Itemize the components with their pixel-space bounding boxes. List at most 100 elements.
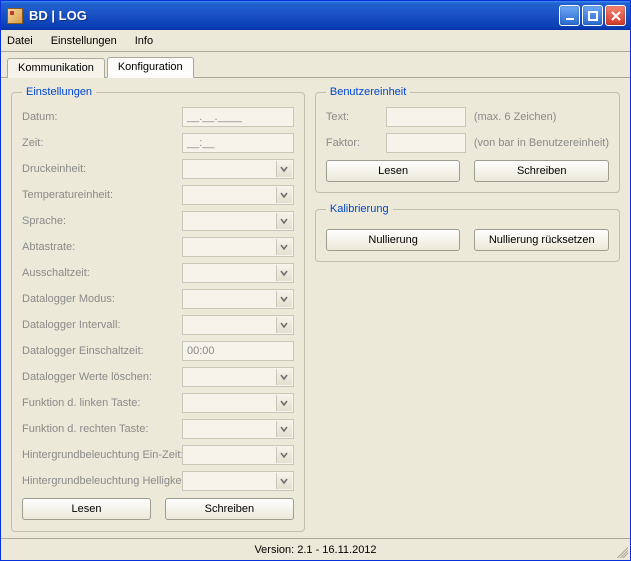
settings-combo-language[interactable] <box>182 211 294 231</box>
tab-configuration[interactable]: Konfiguration <box>107 57 194 78</box>
chevron-down-icon <box>280 399 288 407</box>
chevron-down-icon <box>280 165 288 173</box>
tab-communication[interactable]: Kommunikation <box>7 58 105 78</box>
maximize-icon <box>587 10 599 22</box>
combo-button-fn_right[interactable] <box>276 421 292 437</box>
userunit-text-hint: (max. 6 Zeichen) <box>474 111 557 123</box>
userunit-factor-input[interactable] <box>386 133 466 153</box>
chevron-down-icon <box>280 191 288 199</box>
menu-file[interactable]: Datei <box>7 35 33 47</box>
group-settings-title: Einstellungen <box>22 86 96 98</box>
userunit-factor-label: Faktor: <box>326 137 386 149</box>
combo-button-fn_left[interactable] <box>276 395 292 411</box>
close-button[interactable] <box>605 5 626 26</box>
calibration-zero-reset-button[interactable]: Nullierung rücksetzen <box>474 229 609 251</box>
group-settings: Einstellungen Datum: __.__.____ Zeit: __:__… <box>11 86 305 532</box>
settings-label-backlight_bright: Hintergrundbeleuchtung Helligkeit: <box>22 475 182 487</box>
titlebar: BD | LOG <box>1 1 630 30</box>
group-calibration: Kalibrierung Nullierung Nullierung rücks… <box>315 203 620 262</box>
chevron-down-icon <box>280 373 288 381</box>
calibration-buttons: Nullierung Nullierung rücksetzen <box>326 229 609 251</box>
settings-row-time: Zeit: __:__ <box>22 132 294 154</box>
minimize-icon <box>564 10 576 22</box>
userunit-buttons: Lesen Schreiben <box>326 160 609 182</box>
userunit-read-button[interactable]: Lesen <box>326 160 461 182</box>
resize-grip-icon[interactable] <box>614 544 628 558</box>
chevron-down-icon <box>280 321 288 329</box>
settings-row-dl_on_time: Datalogger Einschaltzeit:00:00 <box>22 340 294 362</box>
combo-button-temp_unit[interactable] <box>276 187 292 203</box>
group-calibration-title: Kalibrierung <box>326 203 393 215</box>
settings-read-button[interactable]: Lesen <box>22 498 151 520</box>
settings-label-temp_unit: Temperatureinheit: <box>22 189 182 201</box>
settings-combo-fn_left[interactable] <box>182 393 294 413</box>
settings-combo-pressure_unit[interactable] <box>182 159 294 179</box>
combo-button-sample_rate[interactable] <box>276 239 292 255</box>
chevron-down-icon <box>280 269 288 277</box>
maximize-button[interactable] <box>582 5 603 26</box>
combo-button-auto_off[interactable] <box>276 265 292 281</box>
userunit-write-button[interactable]: Schreiben <box>474 160 609 182</box>
combo-button-dl_clear[interactable] <box>276 369 292 385</box>
combo-button-dl_interval[interactable] <box>276 317 292 333</box>
settings-label-time: Zeit: <box>22 137 182 149</box>
statusbar: Version: 2.1 - 16.11.2012 <box>1 538 630 560</box>
userunit-factor-row: Faktor: (von bar in Benutzereinheit) <box>326 132 609 154</box>
minimize-button[interactable] <box>559 5 580 26</box>
settings-input-time[interactable]: __:__ <box>182 133 294 153</box>
settings-combo-backlight_bright[interactable] <box>182 471 294 491</box>
left-column: Einstellungen Datum: __.__.____ Zeit: __:__… <box>11 86 305 532</box>
menu-info[interactable]: Info <box>135 35 153 47</box>
settings-label-fn_left: Funktion d. linken Taste: <box>22 397 182 409</box>
settings-row-date: Datum: __.__.____ <box>22 106 294 128</box>
settings-rows: Datum:__.__.____Zeit:__:__Druckeinheit:T… <box>22 106 294 492</box>
chevron-down-icon <box>280 425 288 433</box>
settings-combo-backlight_on[interactable] <box>182 445 294 465</box>
combo-button-backlight_on[interactable] <box>276 447 292 463</box>
settings-combo-dl_clear[interactable] <box>182 367 294 387</box>
status-version: Version: 2.1 - 16.11.2012 <box>254 544 376 556</box>
app-window: BD | LOG Datei Einstellungen Info Kommun… <box>0 0 631 561</box>
settings-input-dl_on_time[interactable]: 00:00 <box>182 341 294 361</box>
settings-row-dl_interval: Datalogger Intervall: <box>22 314 294 336</box>
window-title: BD | LOG <box>29 8 559 23</box>
settings-label-sample_rate: Abtastrate: <box>22 241 182 253</box>
settings-buttons: Lesen Schreiben <box>22 498 294 520</box>
settings-value-dl_on_time: 00:00 <box>187 345 215 357</box>
settings-value-time: __:__ <box>187 137 215 149</box>
settings-combo-dl_interval[interactable] <box>182 315 294 335</box>
settings-row-temp_unit: Temperatureinheit: <box>22 184 294 206</box>
settings-write-button[interactable]: Schreiben <box>165 498 294 520</box>
settings-combo-dl_mode[interactable] <box>182 289 294 309</box>
settings-row-auto_off: Ausschaltzeit: <box>22 262 294 284</box>
tabstrip: Kommunikation Konfiguration <box>1 52 630 78</box>
combo-button-language[interactable] <box>276 213 292 229</box>
settings-combo-sample_rate[interactable] <box>182 237 294 257</box>
settings-combo-auto_off[interactable] <box>182 263 294 283</box>
settings-label-date: Datum: <box>22 111 182 123</box>
settings-label-backlight_on: Hintergrundbeleuchtung Ein-Zeit: <box>22 449 182 461</box>
settings-combo-fn_right[interactable] <box>182 419 294 439</box>
chevron-down-icon <box>280 217 288 225</box>
chevron-down-icon <box>280 477 288 485</box>
client-area: Einstellungen Datum: __.__.____ Zeit: __:__… <box>1 78 630 538</box>
userunit-factor-hint: (von bar in Benutzereinheit) <box>474 137 609 149</box>
settings-combo-temp_unit[interactable] <box>182 185 294 205</box>
settings-row-language: Sprache: <box>22 210 294 232</box>
settings-row-dl_mode: Datalogger Modus: <box>22 288 294 310</box>
group-userunit: Benutzereinheit Text: (max. 6 Zeichen) F… <box>315 86 620 193</box>
settings-value-date: __.__.____ <box>187 111 242 123</box>
settings-row-backlight_on: Hintergrundbeleuchtung Ein-Zeit: <box>22 444 294 466</box>
chevron-down-icon <box>280 295 288 303</box>
combo-button-dl_mode[interactable] <box>276 291 292 307</box>
settings-row-fn_right: Funktion d. rechten Taste: <box>22 418 294 440</box>
settings-input-date[interactable]: __.__.____ <box>182 107 294 127</box>
userunit-text-input[interactable] <box>386 107 466 127</box>
menu-settings[interactable]: Einstellungen <box>51 35 117 47</box>
group-userunit-title: Benutzereinheit <box>326 86 410 98</box>
app-icon <box>7 8 23 24</box>
combo-button-pressure_unit[interactable] <box>276 161 292 177</box>
calibration-zero-button[interactable]: Nullierung <box>326 229 461 251</box>
combo-button-backlight_bright[interactable] <box>276 473 292 489</box>
settings-row-dl_clear: Datalogger Werte löschen: <box>22 366 294 388</box>
